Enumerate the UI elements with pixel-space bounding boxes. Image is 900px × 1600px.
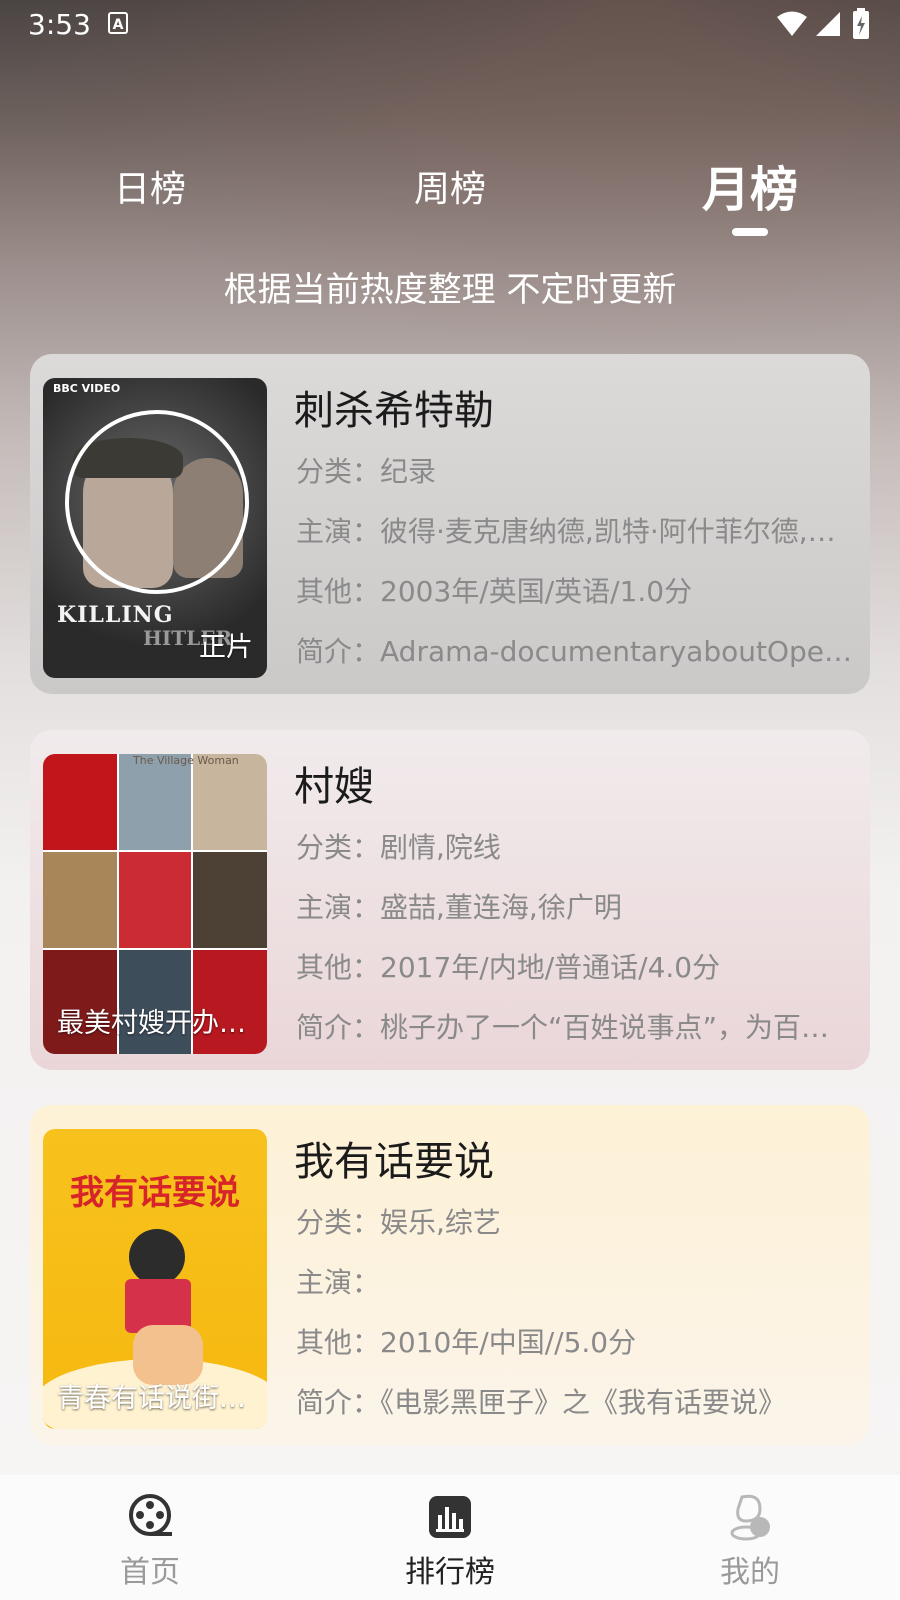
movie-title: 村嫂: [294, 764, 374, 810]
signal-icon: [814, 10, 842, 42]
ranking-tabs: 日榜 周榜 月榜: [0, 150, 900, 240]
poster-badge: 最美村嫂开办百姓说事点: [57, 1008, 267, 1039]
microphone-icon: [129, 1229, 185, 1285]
movie-category: 分类：剧情,院线: [296, 831, 501, 864]
movie-poster[interactable]: The Village Woman 最美村嫂开办百姓说事点: [43, 754, 267, 1054]
status-bar: 3:53 A: [0, 0, 900, 50]
tab-monthly[interactable]: 月榜: [650, 150, 850, 230]
nav-ranking[interactable]: 排行榜: [300, 1475, 600, 1600]
movie-intro: 简介：桃子办了一个“百姓说事点”，为百姓排忧解难: [296, 1011, 852, 1044]
movie-cast: 主演：: [296, 1266, 381, 1299]
movie-intro: 简介：《电影黑匣子》之《我有话要说》: [296, 1386, 787, 1419]
movie-other-info: 其他：2003年/英国/英语/1.0分: [296, 575, 693, 608]
movie-other-info: 其他：2010年/中国//5.0分: [296, 1326, 637, 1359]
profile-icon: [726, 1493, 774, 1541]
movie-title: 我有话要说: [294, 1139, 494, 1185]
ranking-subtitle: 根据当前热度整理 不定时更新: [223, 270, 677, 310]
movie-intro: 简介：Adrama-documentaryaboutOperationFoxle…: [296, 635, 852, 668]
movie-title: 刺杀希特勒: [294, 388, 494, 434]
chart-bars-icon: [426, 1493, 474, 1541]
film-reel-icon: [126, 1493, 174, 1541]
battery-charging-icon: [852, 8, 870, 44]
movie-other-info: 其他：2017年/内地/普通话/4.0分: [296, 951, 721, 984]
nav-profile[interactable]: 我的: [600, 1475, 900, 1600]
crosshair-icon: [65, 410, 249, 594]
movie-poster[interactable]: 我有话要说 青春有话说街头采访: [43, 1129, 267, 1429]
poster-caption: The Village Woman: [133, 754, 239, 767]
poster-title: 我有话要说: [70, 1173, 240, 1213]
tab-weekly[interactable]: 周榜: [350, 150, 550, 230]
active-tab-indicator: [732, 228, 768, 236]
a-icon: A: [108, 12, 128, 34]
movie-card[interactable]: The Village Woman 最美村嫂开办百姓说事点 村嫂 分类：剧情,院…: [30, 730, 870, 1070]
movie-category: 分类：纪录: [296, 455, 437, 488]
movie-card[interactable]: 我有话要说 青春有话说街头采访 我有话要说 分类：娱乐,综艺 主演： 其他：20…: [30, 1105, 870, 1445]
movie-cast: 主演：彼得·麦克唐纳德,凯特·阿什菲尔德,利奥·比尔,肯尼斯·克兰汉姆: [296, 515, 852, 548]
poster-badge: 青春有话说街头采访: [57, 1383, 267, 1414]
poster-badge: 正片: [199, 632, 253, 663]
nav-ranking-label: 排行榜: [405, 1555, 495, 1590]
bottom-nav: 首页 排行榜 我的: [0, 1475, 900, 1600]
status-time: 3:53: [28, 8, 91, 41]
nav-home-label: 首页: [120, 1555, 180, 1590]
poster-bbc-logo: BBC VIDEO: [53, 382, 121, 395]
tab-daily[interactable]: 日榜: [50, 150, 250, 230]
movie-poster[interactable]: BBC VIDEO KILLING HITLER 正片: [43, 378, 267, 678]
nav-home[interactable]: 首页: [0, 1475, 300, 1600]
movie-card[interactable]: BBC VIDEO KILLING HITLER 正片 刺杀希特勒 分类：纪录 …: [30, 354, 870, 694]
wifi-icon: [776, 10, 808, 42]
nav-profile-label: 我的: [720, 1555, 780, 1590]
movie-category: 分类：娱乐,综艺: [296, 1206, 501, 1239]
movie-cast: 主演：盛喆,董连海,徐广明: [296, 891, 622, 924]
